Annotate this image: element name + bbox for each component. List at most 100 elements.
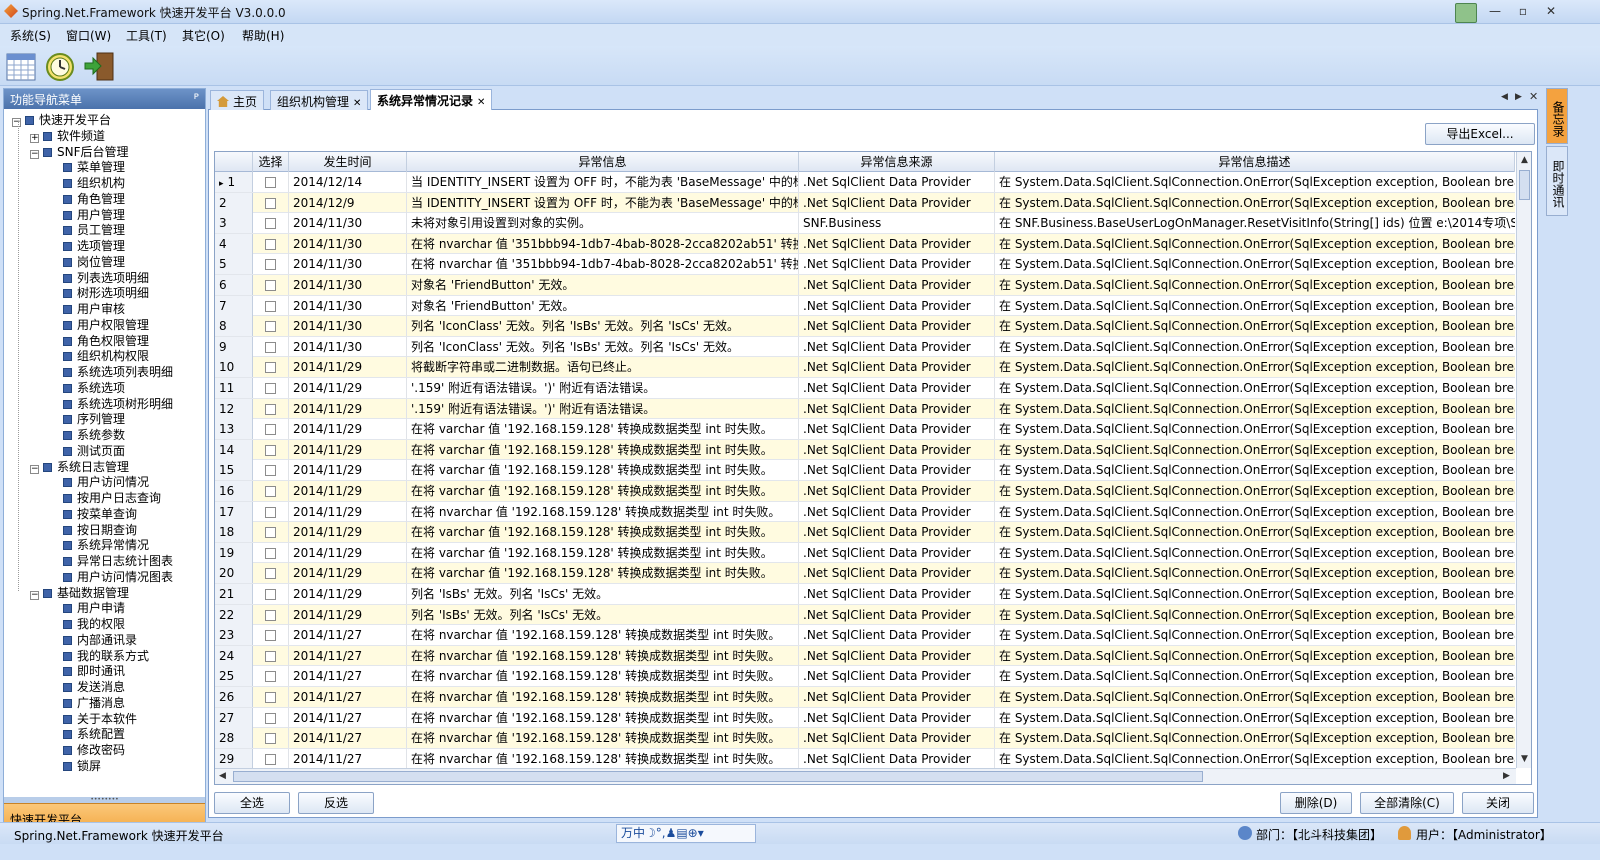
row-checkbox[interactable] [265,300,276,312]
nav-item[interactable]: 按日期查询 [50,522,137,538]
expand-icon[interactable]: + [30,133,39,143]
table-row[interactable]: 10 2014/11/29 将截断字符串或二进制数据。语句已终止。 .Net SqlC… [215,357,1515,378]
nav-item[interactable]: 系统配置 [50,726,125,742]
table-row[interactable]: 18 2014/11/29 在将 varchar 值 '192.168.159.12… [215,522,1515,543]
row-checkbox[interactable] [265,486,276,497]
row-checkbox[interactable] [265,568,276,580]
table-row[interactable]: 27 2014/11/27 在将 nvarchar 值 '192.168.159.1… [215,707,1515,729]
table-row[interactable]: 11 2014/11/29 '.159' 附近有语法错误。')' 附近有语法错误。.… [215,378,1515,399]
table-row[interactable]: 26 2014/11/27 在将 nvarchar 值 '192.168.159.1… [215,687,1515,708]
row-checkbox[interactable] [265,692,276,703]
nav-item[interactable]: 我的权限 [50,616,125,632]
vertical-scrollbar[interactable]: ▲ ▼ [1516,152,1531,768]
row-checkbox[interactable] [265,589,276,600]
table-row[interactable]: 28 2014/11/27 在将 nvarchar 值 '192.168.159.1… [215,728,1515,749]
table-row[interactable]: 14 2014/11/29 在将 varchar 值 '192.168.159.12… [215,439,1515,461]
table-row[interactable]: 21 2014/11/29 列名 'IsBs' 无效。列名 'IsCs' 无效。 .N… [215,584,1515,605]
close-button[interactable]: 关闭 [1462,792,1534,814]
nav-item[interactable]: 序列管理 [50,411,125,427]
row-checkbox[interactable] [265,280,276,291]
row-checkbox[interactable] [265,671,276,683]
table-row[interactable]: 2 2014/12/9 当 IDENTITY_INSERT 设置为 OFF 时，不能… [215,192,1515,214]
nav-item[interactable]: 用户访问情况 [50,474,149,490]
menu-tools[interactable]: 工具(T) [126,27,167,44]
row-checkbox[interactable] [265,321,276,333]
table-row[interactable]: 9 2014/11/30 列名 'IconClass' 无效。列名 'IsBs' 无… [215,336,1515,358]
ime-toolbar[interactable]: 万中☽°,♟▤⊕▾ [616,824,756,843]
nav-item[interactable]: 员工管理 [50,222,125,238]
table-row[interactable]: 8 2014/11/30 列名 'IconClass' 无效。列名 'IsBs' 无… [215,316,1515,337]
nav-item[interactable]: 角色管理 [50,191,125,207]
table-row[interactable]: 13 2014/11/29 在将 varchar 值 '192.168.159.12… [215,419,1515,440]
row-checkbox[interactable] [265,403,276,415]
nav-item[interactable]: 用户管理 [50,207,125,223]
table-row[interactable]: ▸ 1 2014/12/14 当 IDENTITY_INSERT 设置为 OFF 时，… [215,172,1515,193]
invert-selection-button[interactable]: 反选 [298,792,374,814]
nav-item[interactable]: 发送消息 [50,679,125,695]
menu-system[interactable]: 系统(S) [10,27,51,44]
row-checkbox[interactable] [265,506,276,518]
tray-icon[interactable] [1455,3,1477,23]
menu-window[interactable]: 窗口(W) [66,27,111,44]
nav-item[interactable]: 系统异常情况 [50,537,149,553]
horizontal-scroll-thumb[interactable] [233,771,1203,782]
scroll-down-icon[interactable]: ▼ [1521,754,1528,764]
nav-item[interactable]: 内部通讯录 [50,632,137,648]
nav-item[interactable]: 异常日志统计图表 [50,553,173,569]
row-checkbox[interactable] [265,630,276,642]
nav-item[interactable]: 系统参数 [50,427,125,443]
table-row[interactable]: 24 2014/11/27 在将 nvarchar 值 '192.168.159.1… [215,645,1515,667]
tab-scroll-right-icon[interactable]: ▶ [1515,92,1522,102]
nav-item[interactable]: 菜单管理 [50,159,125,175]
column-header-time[interactable]: 发生时间 [289,152,407,172]
row-checkbox[interactable] [265,465,276,477]
tab-org-management[interactable]: 组织机构管理 ✕ [270,90,369,110]
nav-item[interactable]: 用户访问情况图表 [50,569,173,585]
row-checkbox[interactable] [265,362,276,374]
row-checkbox[interactable] [265,383,276,394]
column-header-description[interactable]: 异常信息描述 [995,152,1515,172]
close-active-tab-icon[interactable]: ✕ [1529,90,1538,103]
scroll-left-icon[interactable]: ◀ [219,771,226,781]
table-row[interactable]: 20 2014/11/29 在将 varchar 值 '192.168.159.12… [215,563,1515,584]
table-row[interactable]: 23 2014/11/27 在将 nvarchar 值 '192.168.159.1… [215,625,1515,646]
collapse-icon[interactable]: − [12,118,21,127]
nav-item[interactable]: 按菜单查询 [50,506,137,522]
nav-item[interactable]: 我的联系方式 [50,648,149,664]
nav-item[interactable]: 系统选项列表明细 [50,364,173,380]
row-checkbox[interactable] [265,547,276,559]
row-checkbox[interactable] [265,341,276,353]
table-row[interactable]: 17 2014/11/29 在将 nvarchar 值 '192.168.159.1… [215,501,1515,523]
menu-help[interactable]: 帮助(H) [242,27,284,44]
row-checkbox[interactable] [265,712,276,724]
row-checkbox[interactable] [265,218,276,230]
table-row[interactable]: 3 2014/11/30 未将对象引用设置到对象的实例。 SNF.Business 在 … [215,213,1515,234]
nav-item[interactable]: 用户权限管理 [50,317,149,333]
nav-item[interactable]: 系统选项树形明细 [50,396,173,412]
table-row[interactable]: 22 2014/11/29 列名 'IsBs' 无效。列名 'IsCs' 无效。 .N… [215,604,1515,626]
table-row[interactable]: 19 2014/11/29 在将 varchar 值 '192.168.159.12… [215,542,1515,564]
row-checkbox[interactable] [265,527,276,539]
nav-item[interactable]: 锁屏 [50,758,101,774]
row-checkbox[interactable] [265,424,276,436]
nav-item[interactable]: 用户审核 [50,301,125,317]
row-checkbox[interactable] [265,753,276,765]
nav-item[interactable]: 组织机构权限 [50,348,149,364]
table-row[interactable]: 4 2014/11/30 在将 nvarchar 值 '351bbb94-1db7-… [215,233,1515,255]
table-row[interactable]: 12 2014/11/29 '.159' 附近有语法错误。')' 附近有语法错误。.… [215,398,1515,420]
collapse-icon[interactable]: − [30,149,39,159]
memo-dock-tab[interactable]: 备忘录 [1546,88,1568,144]
table-row[interactable]: 7 2014/11/30 对象名 'FriendButton' 无效。 .Net Sq… [215,295,1515,317]
row-checkbox[interactable] [265,197,276,209]
row-checkbox[interactable] [265,733,276,745]
row-checkbox[interactable] [265,609,276,621]
nav-item[interactable]: 组织机构 [50,175,125,191]
maximize-button[interactable]: ▫ [1512,3,1534,21]
menu-other[interactable]: 其它(O) [182,27,225,44]
nav-item[interactable]: − 基础数据管理 [30,585,129,601]
nav-item[interactable]: 列表选项明细 [50,270,149,286]
nav-item[interactable]: 树形选项明细 [50,285,149,301]
row-checkbox[interactable] [265,444,276,456]
close-tab-icon[interactable]: ✕ [353,98,361,109]
collapse-icon[interactable]: − [30,590,39,600]
